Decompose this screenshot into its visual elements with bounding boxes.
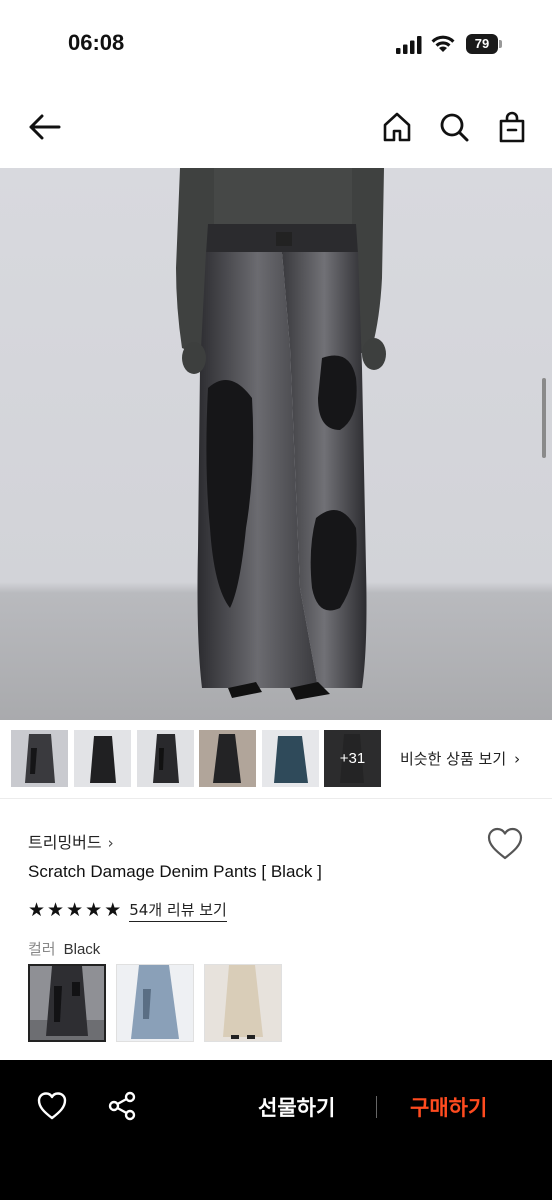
more-images-count: +31 xyxy=(324,730,381,787)
bottom-action-bar: 선물하기 구매하기 xyxy=(0,1060,552,1200)
image-scroll-indicator xyxy=(542,378,546,458)
battery-level: 79 xyxy=(466,34,498,54)
option-value: Black xyxy=(63,941,101,958)
review-link[interactable]: 54개 리뷰 보기 xyxy=(129,899,227,922)
color-option-row: 컬러 Black xyxy=(28,938,100,959)
shopping-bag-icon[interactable] xyxy=(495,110,529,144)
button-separator xyxy=(376,1096,377,1118)
product-photo xyxy=(0,168,552,720)
swatch-light-blue[interactable] xyxy=(116,964,194,1042)
star-icon: ★ xyxy=(47,899,65,921)
thumbnail-1[interactable] xyxy=(11,730,68,787)
section-divider xyxy=(0,798,552,799)
top-nav xyxy=(0,96,552,158)
chevron-right-icon: › xyxy=(514,750,521,768)
swatch-cream[interactable] xyxy=(204,964,282,1042)
thumbnail-strip: +31 비슷한 상품 보기 › xyxy=(0,728,552,790)
option-label: 컬러 xyxy=(28,940,56,958)
thumbnail-2[interactable] xyxy=(74,730,131,787)
swatch-black[interactable] xyxy=(28,964,106,1042)
thumbnail-5[interactable] xyxy=(262,730,319,787)
heart-icon[interactable] xyxy=(36,1090,68,1122)
star-icon: ★ xyxy=(66,899,84,921)
search-icon[interactable] xyxy=(437,110,471,144)
thumbnail-4[interactable] xyxy=(199,730,256,787)
home-icon[interactable] xyxy=(380,110,414,144)
star-icon: ★ xyxy=(104,899,122,921)
rating-stars: ★ ★ ★ ★ ★ xyxy=(28,900,121,920)
thumbnail-more[interactable]: +31 xyxy=(324,730,381,787)
gift-button[interactable]: 선물하기 xyxy=(258,1092,335,1122)
product-title: Scratch Damage Denim Pants [ Black ] xyxy=(28,862,322,881)
wishlist-heart-icon[interactable] xyxy=(486,826,524,862)
status-bar: 06:08 79 xyxy=(0,0,552,90)
chevron-right-icon: › xyxy=(107,834,114,852)
battery-icon: 79 xyxy=(466,34,502,54)
thumbnail-3[interactable] xyxy=(137,730,194,787)
brand-link[interactable]: 트리밍버드 › xyxy=(28,829,114,853)
buy-button[interactable]: 구매하기 xyxy=(410,1092,487,1122)
wifi-icon xyxy=(431,35,455,52)
rating-row: ★ ★ ★ ★ ★ 54개 리뷰 보기 xyxy=(28,898,227,922)
back-arrow-icon[interactable] xyxy=(26,110,62,144)
brand-name: 트리밍버드 xyxy=(28,833,102,852)
battery-cap xyxy=(499,40,502,48)
star-icon: ★ xyxy=(28,899,46,921)
star-icon: ★ xyxy=(85,899,103,921)
signal-icon xyxy=(396,36,422,54)
similar-products-label: 비슷한 상품 보기 xyxy=(400,750,507,768)
share-icon[interactable] xyxy=(106,1090,138,1122)
similar-products-link[interactable]: 비슷한 상품 보기 › xyxy=(400,748,520,769)
status-time: 06:08 xyxy=(68,30,125,55)
product-main-image[interactable] xyxy=(0,168,552,720)
